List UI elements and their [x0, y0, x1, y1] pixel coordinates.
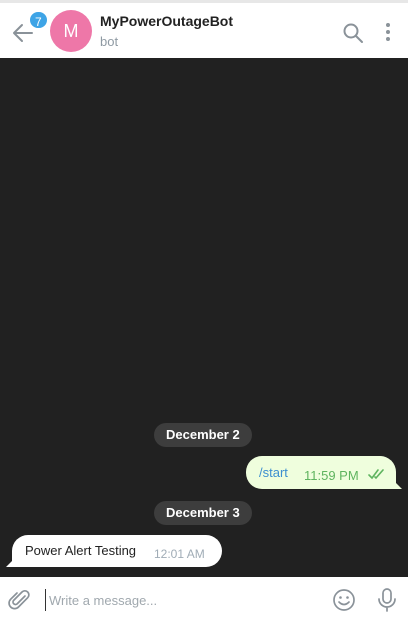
chat-header: 7 M MyPowerOutageBot bot: [0, 0, 408, 58]
message-list[interactable]: December 2 /start 11:59 PM December 3 Po…: [0, 58, 408, 577]
avatar[interactable]: M: [50, 10, 92, 52]
date-separator: December 2: [154, 423, 252, 447]
unread-badge: 7: [28, 10, 49, 30]
microphone-icon[interactable]: [376, 587, 398, 613]
message-time: 11:59 PM: [304, 468, 359, 483]
message-input[interactable]: [45, 589, 315, 611]
date-separator: December 3: [154, 501, 252, 525]
telegram-chat-window: 7 M MyPowerOutageBot bot December 2 /sta…: [0, 0, 408, 622]
message-composer: [0, 577, 408, 622]
more-vertical-icon[interactable]: [378, 21, 398, 43]
incoming-message[interactable]: Power Alert Testing 12:01 AM: [6, 535, 222, 567]
message-text[interactable]: /start: [259, 465, 288, 480]
outgoing-message[interactable]: /start 11:59 PM: [246, 456, 402, 489]
emoji-icon[interactable]: [332, 588, 356, 612]
chat-subtitle: bot: [100, 34, 119, 49]
chat-title[interactable]: MyPowerOutageBot: [100, 13, 233, 29]
paperclip-icon[interactable]: [8, 588, 32, 612]
double-check-icon: [368, 469, 384, 480]
bubble-tail: [392, 479, 402, 489]
bubble-tail: [6, 557, 16, 567]
message-text: Power Alert Testing: [25, 543, 137, 558]
message-time: 12:01 AM: [154, 547, 205, 561]
search-icon[interactable]: [342, 22, 364, 44]
